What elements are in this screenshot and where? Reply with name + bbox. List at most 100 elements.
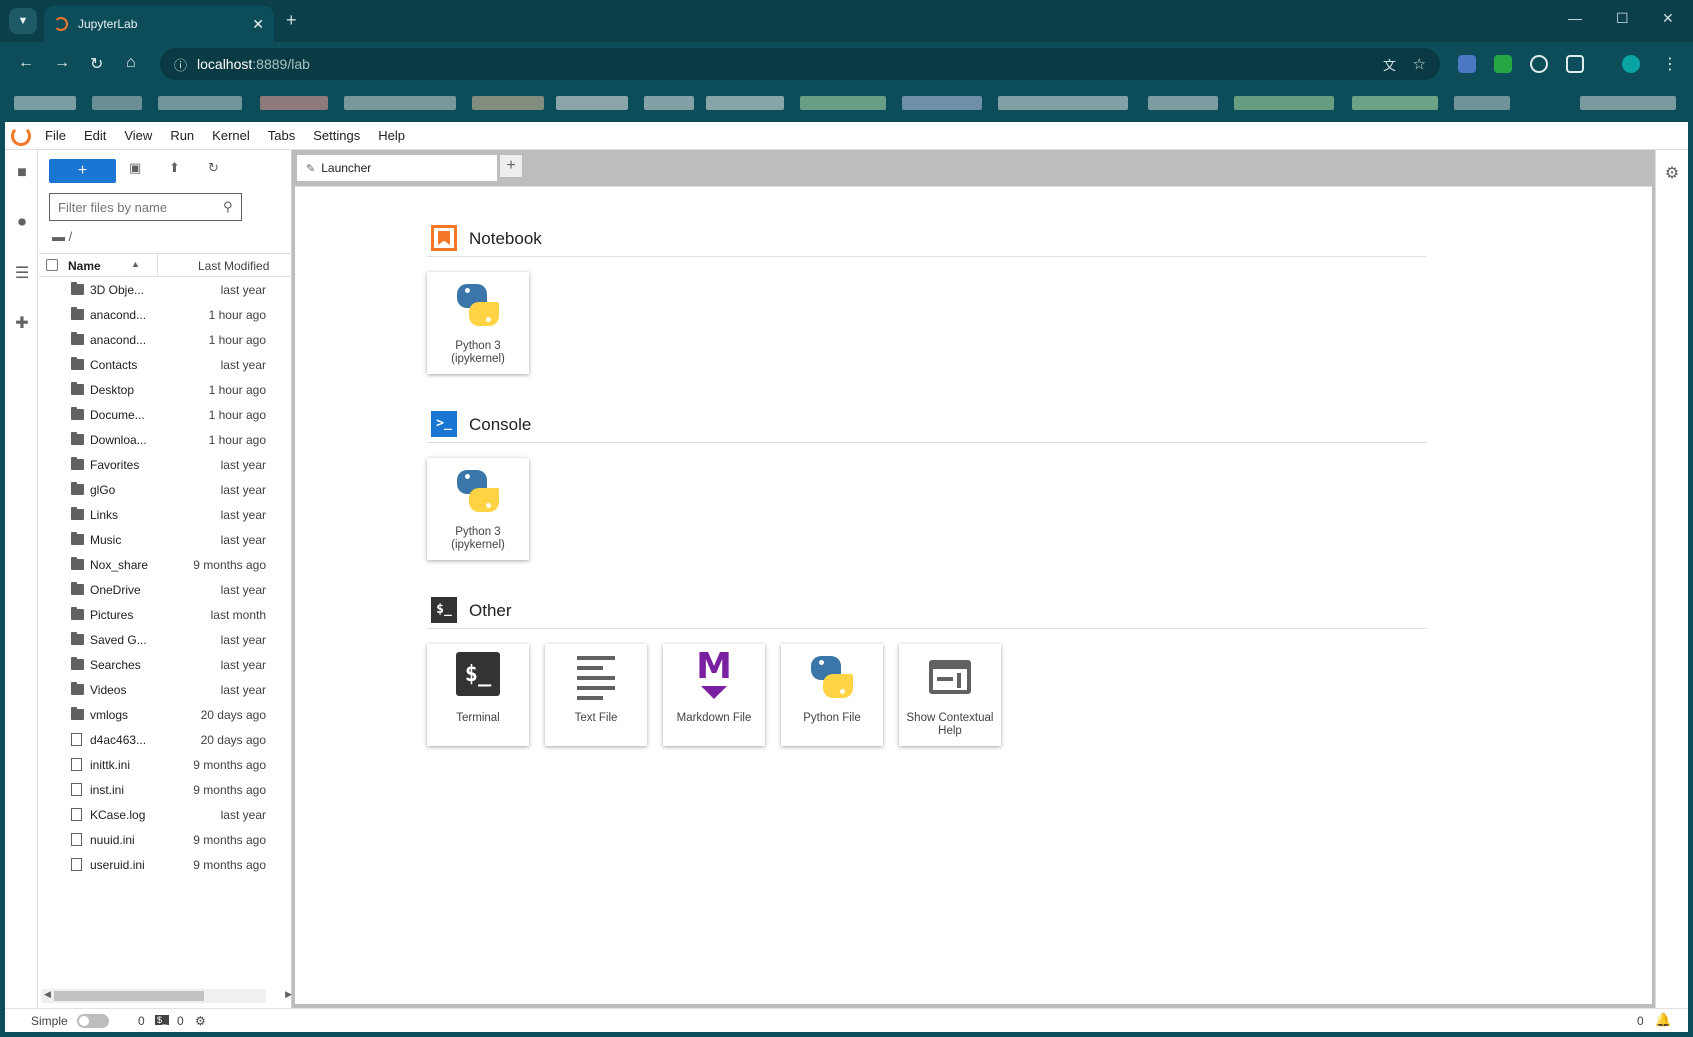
folder-icon[interactable]: ■ — [11, 162, 33, 184]
file-list-row[interactable]: 3D Obje... last year — [39, 278, 292, 303]
breadcrumb[interactable]: ▬ / — [52, 229, 72, 244]
breadcrumb-root[interactable]: / — [69, 229, 73, 244]
file-list-row[interactable]: inst.ini 9 months ago — [39, 778, 292, 803]
notifications-count[interactable]: 0 — [1637, 1014, 1644, 1028]
bookmark-item[interactable] — [1454, 96, 1510, 110]
bookmark-item[interactable] — [998, 96, 1128, 110]
extension-manager-icon[interactable]: ✚ — [11, 312, 33, 334]
property-inspector-icon[interactable]: ⚙ — [1661, 162, 1683, 184]
translate-icon[interactable]: 文 — [1383, 55, 1396, 74]
bookmark-item[interactable] — [800, 96, 886, 110]
running-sessions-icon[interactable]: ⏺ — [11, 212, 33, 234]
new-launcher-button[interactable]: + — [49, 159, 116, 183]
bookmark-item[interactable] — [14, 96, 76, 110]
close-window-icon[interactable]: ✕ — [1662, 10, 1674, 27]
kernels-count[interactable]: 0 — [138, 1014, 145, 1028]
address-bar[interactable]: ⓘ localhost:8889/lab 文 ☆ — [160, 48, 1440, 80]
launcher-card-python-file[interactable]: Python File — [781, 644, 883, 746]
menu-help[interactable]: Help — [378, 128, 405, 143]
file-list-row[interactable]: anacond... 1 hour ago — [39, 303, 292, 328]
file-list-row[interactable]: nuuid.ini 9 months ago — [39, 828, 292, 853]
bookmark-item[interactable] — [344, 96, 456, 110]
new-folder-icon[interactable]: ▣ — [129, 160, 141, 176]
grammarly-icon[interactable] — [1530, 55, 1548, 73]
bell-icon[interactable]: 🔔 — [1655, 1012, 1671, 1028]
bookmark-item[interactable] — [706, 96, 784, 110]
terminals-count[interactable]: 0 — [177, 1014, 184, 1028]
file-list-row[interactable]: Videos last year — [39, 678, 292, 703]
bookmark-item[interactable] — [1580, 96, 1676, 110]
scroll-right-icon[interactable]: ▶ — [285, 989, 292, 1000]
modified-column-header[interactable]: Last Modified — [198, 259, 269, 273]
file-list-row[interactable]: Music last year — [39, 528, 292, 553]
file-list-row[interactable]: useruid.ini 9 months ago — [39, 853, 292, 878]
new-tab-button[interactable]: + — [286, 10, 297, 31]
file-list-row[interactable]: Pictures last month — [39, 603, 292, 628]
file-list-row[interactable]: Favorites last year — [39, 453, 292, 478]
menu-edit[interactable]: Edit — [84, 128, 106, 143]
bookmark-item[interactable] — [158, 96, 242, 110]
reload-icon[interactable]: ↻ — [90, 54, 103, 74]
bookmark-item[interactable] — [260, 96, 328, 110]
tab-launcher[interactable]: ✎ Launcher — [297, 155, 497, 181]
launcher-card-python-notebook[interactable]: Python 3 (ipykernel) — [427, 272, 529, 374]
file-list-row[interactable]: Downloa... 1 hour ago — [39, 428, 292, 453]
menu-kernel[interactable]: Kernel — [212, 128, 250, 143]
table-of-contents-icon[interactable]: ☰ — [11, 262, 33, 284]
column-divider[interactable] — [157, 254, 158, 276]
scroll-left-icon[interactable]: ◀ — [44, 989, 51, 1000]
bookmark-item[interactable] — [472, 96, 544, 110]
close-tab-icon[interactable]: ✕ — [252, 16, 264, 33]
file-list-row[interactable]: OneDrive last year — [39, 578, 292, 603]
menu-run[interactable]: Run — [170, 128, 194, 143]
minimize-icon[interactable]: — — [1568, 10, 1582, 26]
file-list-row[interactable]: Links last year — [39, 503, 292, 528]
refresh-icon[interactable]: ↻ — [208, 160, 219, 176]
sort-ascending-icon[interactable]: ▲ — [131, 259, 140, 269]
maximize-icon[interactable]: ☐ — [1616, 10, 1629, 27]
bookmark-item[interactable] — [92, 96, 142, 110]
browser-menu-icon[interactable]: ⋮ — [1662, 54, 1678, 74]
site-info-icon[interactable]: ⓘ — [174, 55, 187, 74]
menu-tabs[interactable]: Tabs — [268, 128, 295, 143]
bookmark-item[interactable] — [1148, 96, 1218, 110]
file-list-row[interactable]: anacond... 1 hour ago — [39, 328, 292, 353]
file-list-row[interactable]: vmlogs 20 days ago — [39, 703, 292, 728]
upload-icon[interactable]: ⬆ — [169, 160, 180, 176]
browser-tab-jupyterlab[interactable]: JupyterLab ✕ — [44, 6, 274, 42]
launcher-card-markdown-file[interactable]: M Markdown File — [663, 644, 765, 746]
extensions-puzzle-icon[interactable] — [1566, 55, 1584, 73]
name-column-header[interactable]: Name — [68, 259, 101, 273]
file-list-row[interactable]: Saved G... last year — [39, 628, 292, 653]
file-list-row[interactable]: Nox_share 9 months ago — [39, 553, 292, 578]
tab-search-button[interactable]: ▼ — [9, 8, 37, 34]
file-list-row[interactable]: Docume... 1 hour ago — [39, 403, 292, 428]
filter-files-input[interactable] — [49, 193, 242, 221]
bookmark-item[interactable] — [1234, 96, 1334, 110]
bookmark-item[interactable] — [644, 96, 694, 110]
file-list-row[interactable]: inittk.ini 9 months ago — [39, 753, 292, 778]
file-list-row[interactable]: Contacts last year — [39, 353, 292, 378]
forward-icon[interactable]: → — [54, 54, 70, 72]
menu-settings[interactable]: Settings — [313, 128, 360, 143]
bookmark-item[interactable] — [902, 96, 982, 110]
bookmark-item[interactable] — [1352, 96, 1438, 110]
home-icon[interactable]: ⌂ — [126, 54, 136, 72]
extension-icon[interactable] — [1494, 55, 1512, 73]
simple-mode-toggle[interactable] — [77, 1014, 109, 1028]
terminal-status-icon[interactable]: $_ — [155, 1015, 170, 1025]
select-all-checkbox[interactable] — [46, 259, 58, 271]
file-list-row[interactable]: glGo last year — [39, 478, 292, 503]
launcher-card-python-console[interactable]: Python 3 (ipykernel) — [427, 458, 529, 560]
bookmark-item[interactable] — [556, 96, 628, 110]
menu-view[interactable]: View — [124, 128, 152, 143]
home-folder-icon[interactable]: ▬ — [52, 229, 65, 244]
launcher-card-contextual-help[interactable]: Show Contextual Help — [899, 644, 1001, 746]
file-list-row[interactable]: Desktop 1 hour ago — [39, 378, 292, 403]
translate-extension-icon[interactable] — [1458, 55, 1476, 73]
menu-file[interactable]: File — [45, 128, 66, 143]
file-list-row[interactable]: d4ac463... 20 days ago — [39, 728, 292, 753]
horizontal-scrollbar[interactable]: ◀ ▶ — [41, 989, 292, 1003]
file-list-row[interactable]: Searches last year — [39, 653, 292, 678]
new-launcher-tab-button[interactable]: + — [500, 155, 522, 177]
